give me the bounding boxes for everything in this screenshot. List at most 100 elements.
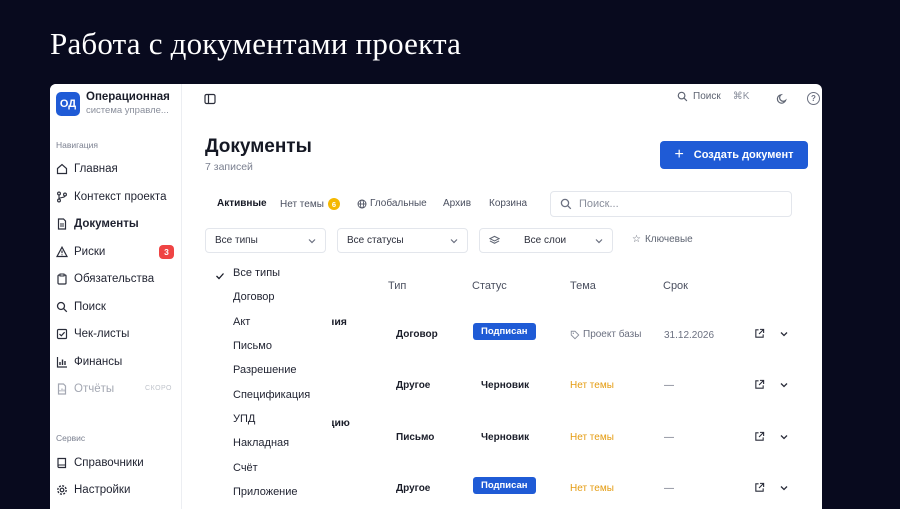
chevron-down-icon[interactable] — [779, 329, 789, 339]
theme-toggle-moon-icon[interactable] — [776, 92, 788, 110]
global-search[interactable]: Поиск ⌘K — [677, 91, 749, 102]
sidebar-item-settings[interactable]: Настройки — [56, 480, 178, 500]
warning-icon — [56, 246, 68, 258]
open-external-icon[interactable] — [754, 379, 765, 390]
sidebar-item-label: Финансы — [74, 356, 123, 368]
document-search-input[interactable]: Поиск... — [550, 191, 792, 217]
row-deadline: — — [664, 432, 674, 443]
chevron-down-icon — [307, 236, 317, 249]
row-theme[interactable]: Нет темы — [570, 432, 614, 443]
search-placeholder: Поиск... — [579, 198, 619, 210]
chevron-down-icon[interactable] — [779, 432, 789, 442]
sidebar-toggle-icon[interactable] — [204, 92, 216, 110]
brand[interactable]: ОД Операционная система управле... — [56, 91, 170, 117]
global-search-label: Поиск — [693, 91, 721, 102]
tab-global[interactable]: Глобальные — [357, 198, 427, 209]
slide-title: Работа с документами проекта — [50, 26, 462, 61]
create-document-button[interactable]: + Создать документ — [660, 141, 808, 169]
create-document-label: Создать документ — [693, 149, 794, 161]
open-external-icon[interactable] — [754, 431, 765, 442]
risk-count-badge: 3 — [159, 245, 174, 259]
type-filter-select[interactable]: Все типы — [205, 228, 326, 253]
app-name: Операционная — [86, 91, 170, 103]
bar-chart-icon — [56, 356, 68, 368]
sidebar-item-risks[interactable]: Риски 3 — [56, 242, 178, 262]
key-only-toggle[interactable]: ☆ Ключевые — [632, 234, 693, 245]
sidebar-item-reports: Отчёты СКОРО — [56, 379, 178, 399]
gear-icon — [56, 484, 68, 496]
status-badge: Подписан — [473, 477, 536, 494]
key-toggle-label: Ключевые — [644, 234, 693, 245]
dropdown-option[interactable]: Спецификация — [233, 389, 310, 401]
sidebar-item-finance[interactable]: Финансы — [56, 352, 178, 372]
row-deadline: 31.12.2026 — [664, 330, 715, 341]
home-icon — [56, 163, 68, 175]
tab-archive[interactable]: Архив — [443, 198, 471, 209]
tab-label: Глобальные — [370, 198, 427, 209]
row-actions — [754, 328, 789, 339]
sidebar-item-label: Риски — [74, 246, 106, 258]
tab-trash[interactable]: Корзина — [489, 198, 527, 209]
row-actions — [754, 482, 789, 493]
dropdown-option[interactable]: Письмо — [233, 340, 272, 352]
sidebar-item-context[interactable]: Контекст проекта — [56, 187, 178, 207]
row-theme[interactable]: Нет темы — [570, 483, 614, 494]
dropdown-option[interactable]: Все типы — [233, 267, 280, 279]
row-deadline: — — [664, 483, 674, 494]
sidebar-item-documents[interactable]: Документы — [56, 214, 178, 234]
dropdown-option[interactable]: Разрешение — [233, 364, 297, 376]
column-header-theme[interactable]: Тема — [570, 280, 596, 292]
app-subtitle: система управле... — [86, 105, 169, 116]
sidebar-item-home[interactable]: Главная — [56, 159, 178, 179]
sidebar-item-label: Документы — [74, 218, 139, 230]
chevron-down-icon[interactable] — [779, 380, 789, 390]
book-icon — [56, 457, 68, 469]
search-icon — [56, 301, 68, 313]
sidebar-item-search[interactable]: Поиск — [56, 297, 178, 317]
row-deadline: — — [664, 380, 674, 391]
dropdown-option[interactable]: Накладная — [233, 437, 289, 449]
open-external-icon[interactable] — [754, 482, 765, 493]
layers-icon — [489, 235, 500, 246]
tab-label: Активные — [217, 198, 267, 209]
dropdown-option[interactable]: УПД — [233, 413, 255, 425]
column-header-deadline[interactable]: Срок — [663, 280, 688, 292]
row-theme[interactable]: Нет темы — [570, 380, 614, 391]
tab-label: Нет темы — [280, 198, 324, 210]
dropdown-option[interactable]: Акт — [233, 316, 250, 328]
sidebar-item-obligations[interactable]: Обязательства — [56, 269, 178, 289]
document-icon — [56, 218, 68, 230]
dropdown-option[interactable]: Счёт — [233, 462, 258, 474]
column-header-type[interactable]: Тип — [388, 280, 406, 292]
check-icon — [215, 268, 225, 286]
soon-tag: СКОРО — [145, 385, 172, 392]
status-filter-select[interactable]: Все статусы — [337, 228, 468, 253]
tab-label: Корзина — [489, 198, 528, 209]
open-external-icon[interactable] — [754, 328, 765, 339]
select-value: Все статусы — [347, 235, 404, 246]
row-theme[interactable]: Проект базы — [570, 329, 641, 340]
row-status: Черновик — [481, 380, 530, 391]
report-icon — [56, 383, 68, 395]
sidebar-item-label: Отчёты — [74, 383, 115, 395]
chevron-down-icon[interactable] — [779, 483, 789, 493]
nav-section-label: Навигация — [56, 140, 98, 150]
dropdown-option[interactable]: Договор — [233, 291, 275, 303]
tab-active[interactable]: Активные — [217, 198, 267, 209]
dropdown-option[interactable]: Приложение — [233, 486, 298, 498]
star-icon: ☆ — [632, 234, 641, 245]
column-header-status[interactable]: Статус — [472, 280, 507, 292]
no-theme-count-badge: 6 — [327, 198, 340, 210]
layer-filter-select[interactable]: Все слои — [479, 228, 613, 253]
select-value: Все типы — [215, 235, 258, 246]
search-shortcut: ⌘K — [732, 91, 750, 102]
search-icon — [560, 198, 572, 210]
chevron-down-icon — [449, 236, 459, 249]
sidebar-item-references[interactable]: Справочники — [56, 453, 178, 473]
tab-no-theme[interactable]: Нет темы 6 — [280, 198, 340, 210]
help-icon[interactable]: ? — [807, 92, 820, 105]
sidebar-item-checklists[interactable]: Чек-листы — [56, 324, 178, 344]
tag-icon — [570, 330, 580, 340]
tab-label: Архив — [443, 198, 472, 209]
chevron-down-icon — [594, 236, 604, 249]
